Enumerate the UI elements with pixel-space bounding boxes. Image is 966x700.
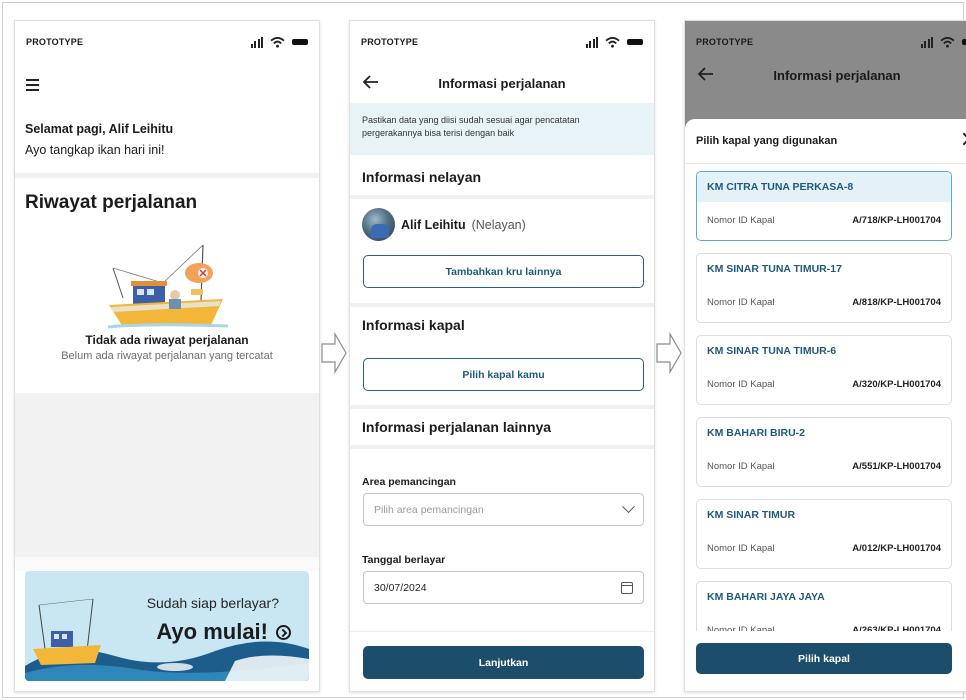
start-button[interactable]: Ayo mulai!	[156, 619, 291, 645]
ship-name: KM CITRA TUNA PERKASA-8	[697, 172, 951, 202]
section-title-nelayan: Informasi nelayan	[362, 169, 482, 185]
ship-id-row: Nomor ID Kapal A/818/KP-LH001704	[697, 284, 951, 320]
calendar-icon	[621, 581, 633, 594]
avatar	[362, 208, 395, 241]
start-button-label: Ayo mulai!	[156, 619, 268, 644]
pick-ship-button[interactable]: Pilih kapal kamu	[363, 358, 644, 391]
ship-id-value: A/012/KP-LH001704	[852, 542, 941, 554]
ship-id-label: Nomor ID Kapal	[707, 542, 775, 554]
battery-icon	[627, 39, 643, 45]
area-label: Area pemancingan	[362, 476, 456, 488]
ship-picker-sheet: Pilih kapal yang digunakan KM CITRA TUNA…	[685, 119, 966, 691]
battery-icon	[962, 39, 966, 45]
nelayan-row: Alif Leihitu (Nelayan)	[362, 208, 526, 241]
wifi-icon	[270, 36, 285, 48]
screen-pick-ship: PROTOTYPE Informasi perjalanan Pilih kap…	[684, 20, 966, 692]
chevron-down-icon	[622, 500, 635, 514]
top-app-bar: Informasi perjalanan	[350, 63, 654, 103]
page-title: Informasi perjalanan	[773, 67, 901, 83]
ship-card[interactable]: KM CITRA TUNA PERKASA-8 Nomor ID Kapal A/7…	[696, 171, 952, 241]
date-label: Tanggal berlayar	[362, 554, 446, 566]
ship-id-label: Nomor ID Kapal	[707, 460, 775, 472]
wifi-icon	[605, 36, 620, 48]
prototype-label: PROTOTYPE	[696, 37, 754, 47]
flow-arrow-icon	[321, 332, 347, 374]
area-select[interactable]: Pilih area pemancingan	[363, 493, 644, 526]
bottom-action-bar: Lanjutkan	[350, 631, 654, 691]
nelayan-role: (Nelayan)	[471, 217, 526, 232]
continue-button[interactable]: Lanjutkan	[363, 646, 644, 679]
ship-name: KM SINAR TIMUR	[707, 509, 796, 521]
back-arrow-icon[interactable]	[362, 73, 380, 91]
dimmed-overlay[interactable]: PROTOTYPE Informasi perjalanan	[685, 21, 966, 131]
flow-arrow-icon	[656, 332, 682, 374]
ship-name: KM BAHARI JAYA JAYA	[707, 591, 825, 603]
content-background	[15, 393, 319, 563]
prototype-label: PROTOTYPE	[26, 37, 84, 47]
ship-id-value: A/320/KP-LH001704	[852, 378, 941, 390]
ship-id-value: A/718/KP-LH001704	[852, 214, 941, 226]
section-title: Riwayat perjalanan	[25, 192, 198, 213]
start-trip-banner[interactable]: Sudah siap berlayar? Ayo mulai!	[25, 571, 309, 681]
screen-trip-info: PROTOTYPE Informasi perjalanan Pastikan …	[349, 20, 655, 692]
ship-id-label: Nomor ID Kapal	[707, 214, 775, 226]
date-field[interactable]: 30/07/2024	[363, 571, 644, 604]
ship-name: KM BAHARI BIRU-2	[707, 427, 805, 439]
signal-icon	[250, 36, 263, 48]
date-value: 30/07/2024	[374, 581, 427, 594]
sub-greeting: Ayo tangkap ikan hari ini!	[25, 143, 165, 157]
section-title-other: Informasi perjalanan lainnya	[362, 419, 552, 435]
bottom-action-bar: Pilih kapal	[685, 631, 966, 691]
area-placeholder: Pilih area pemancingan	[374, 503, 484, 516]
page-title: Informasi perjalanan	[438, 75, 566, 91]
nelayan-name: Alif Leihitu	[401, 217, 466, 232]
divider	[350, 405, 654, 409]
ship-name: KM SINAR TUNA TIMUR-17	[707, 263, 842, 275]
ship-card[interactable]: KM BAHARI BIRU-2 Nomor ID Kapal A/551/KP-L…	[696, 417, 952, 487]
section-title-kapal: Informasi kapal	[362, 317, 465, 333]
ship-id-value: A/551/KP-LH001704	[852, 460, 941, 472]
info-banner: Pastikan data yang diisi sudah sesuai ag…	[350, 103, 654, 155]
status-bar: PROTOTYPE	[350, 21, 654, 63]
boat-illustration	[107, 244, 229, 329]
empty-state-title: Tidak ada riwayat perjalanan	[85, 333, 249, 347]
ship-card[interactable]: KM SINAR TUNA TIMUR-6 Nomor ID Kapal A/320…	[696, 335, 952, 405]
wifi-icon	[940, 36, 955, 48]
greeting: Selamat pagi, Alif Leihitu	[25, 122, 174, 136]
divider	[685, 163, 966, 164]
screen-home: PROTOTYPE Selamat pagi, Alif Leihitu Ayo…	[14, 20, 320, 692]
divider	[350, 445, 654, 449]
ship-id-row: Nomor ID Kapal A/551/KP-LH001704	[697, 448, 951, 484]
arrow-right-circle-icon	[276, 624, 291, 640]
battery-icon	[292, 39, 308, 45]
add-crew-button[interactable]: Tambahkan kru lainnya	[363, 255, 644, 288]
signal-icon	[920, 36, 933, 48]
signal-icon	[585, 36, 598, 48]
divider	[350, 303, 654, 307]
ship-id-label: Nomor ID Kapal	[707, 378, 775, 390]
ship-id-value: A/818/KP-LH001704	[852, 296, 941, 308]
menu-icon[interactable]	[26, 79, 39, 94]
ship-id-label: Nomor ID Kapal	[707, 296, 775, 308]
prototype-label: PROTOTYPE	[361, 37, 419, 47]
ship-id-row: Nomor ID Kapal A/320/KP-LH001704	[697, 366, 951, 402]
ship-id-row: Nomor ID Kapal A/718/KP-LH001704	[697, 202, 951, 238]
banner-question: Sudah siap berlayar?	[146, 595, 279, 611]
footer-spacer	[15, 557, 319, 571]
ship-card[interactable]: KM SINAR TUNA TIMUR-17 Nomor ID Kapal A/81…	[696, 253, 952, 323]
top-app-bar: Informasi perjalanan	[685, 55, 966, 95]
ship-id-row: Nomor ID Kapal A/012/KP-LH001704	[697, 530, 951, 566]
divider	[350, 195, 654, 199]
empty-state-subtitle: Belum ada riwayat perjalanan yang tercat…	[61, 350, 273, 362]
sheet-title: Pilih kapal yang digunakan	[696, 135, 838, 147]
ship-name: KM SINAR TUNA TIMUR-6	[707, 345, 837, 357]
confirm-ship-button[interactable]: Pilih kapal	[696, 643, 952, 674]
status-bar: PROTOTYPE	[15, 21, 319, 63]
divider	[15, 173, 319, 178]
ship-card[interactable]: KM SINAR TIMUR Nomor ID Kapal A/012/KP-LH0…	[696, 499, 952, 569]
close-icon[interactable]	[961, 131, 966, 147]
back-arrow-icon[interactable]	[697, 65, 715, 83]
